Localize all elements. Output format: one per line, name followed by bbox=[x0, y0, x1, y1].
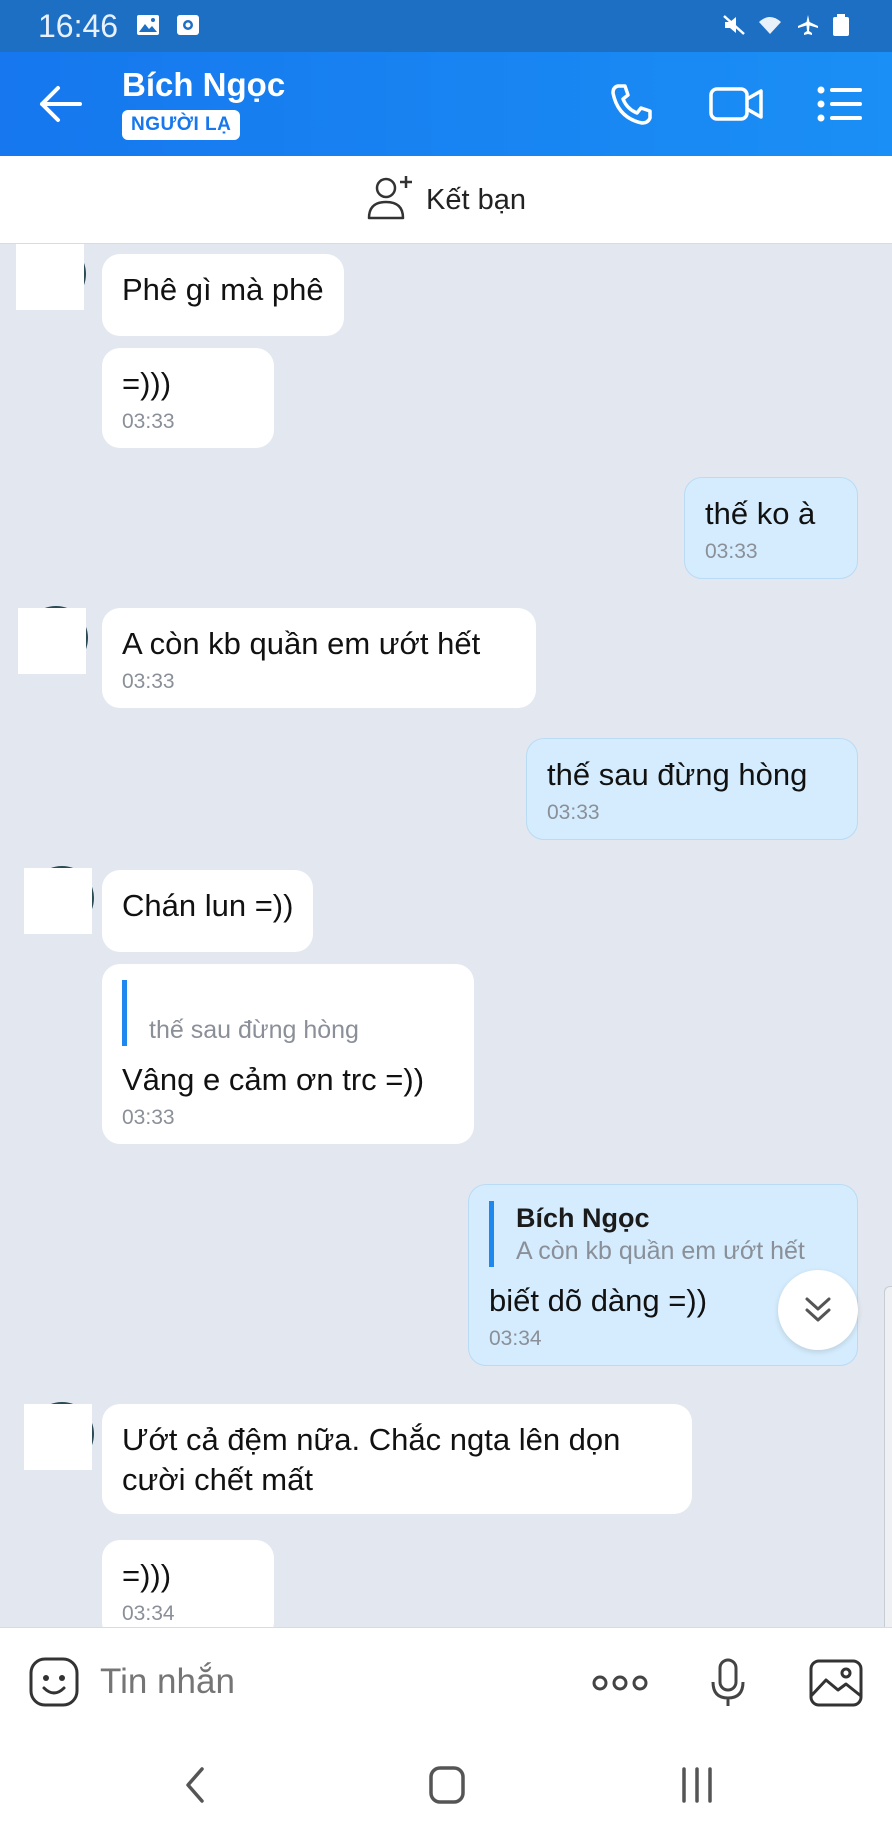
add-friend-bar[interactable]: Kết bạn bbox=[0, 156, 892, 244]
airplane-mode-icon bbox=[798, 15, 818, 35]
more-options-icon[interactable] bbox=[590, 1658, 650, 1708]
camera-notification-icon bbox=[177, 15, 199, 35]
message-text: Vâng e cảm ơn trc =)) bbox=[122, 1062, 425, 1097]
message-incoming[interactable]: Ướt cả đệm nữa. Chắc ngta lên dọn cười c… bbox=[102, 1404, 692, 1514]
message-incoming-reply[interactable]: thế sau đừng hòng Vâng e cảm ơn trc =)) … bbox=[102, 964, 474, 1144]
quote-text: A còn kb quần em ướt hết bbox=[516, 1237, 805, 1265]
message-time: 03:33 bbox=[547, 801, 600, 824]
mute-icon bbox=[723, 15, 745, 35]
message-text: A còn kb quần em ướt hết bbox=[122, 626, 481, 661]
quoted-message[interactable]: Bích Ngọc A còn kb quần em ướt hết bbox=[489, 1201, 837, 1267]
message-incoming[interactable]: =))) 03:33 bbox=[102, 348, 274, 448]
phone-call-icon[interactable] bbox=[608, 82, 656, 126]
message-input-bar bbox=[0, 1627, 892, 1735]
message-text: Phê gì mà phê bbox=[122, 272, 324, 307]
quote-text: thế sau đừng hòng bbox=[149, 1016, 359, 1044]
scrollbar[interactable] bbox=[884, 1286, 892, 1627]
quote-author: Bích Ngọc bbox=[516, 1203, 650, 1233]
message-incoming[interactable]: Chán lun =)) bbox=[102, 870, 314, 952]
message-incoming[interactable]: A còn kb quần em ướt hết 03:33 bbox=[102, 608, 536, 708]
status-time: 16:46 bbox=[38, 8, 119, 44]
message-text: =))) bbox=[122, 1558, 172, 1593]
gallery-notification-icon bbox=[137, 15, 159, 35]
status-bar: 16:46 bbox=[0, 0, 892, 52]
message-text: thế ko à bbox=[705, 496, 816, 531]
message-text: =))) bbox=[122, 366, 172, 401]
quoted-message[interactable]: thế sau đừng hòng bbox=[122, 980, 454, 1046]
message-time: 03:33 bbox=[122, 410, 175, 433]
back-arrow-icon[interactable] bbox=[36, 82, 84, 126]
message-input[interactable] bbox=[100, 1658, 540, 1706]
message-incoming[interactable]: Phê gì mà phê bbox=[102, 254, 344, 336]
avatar[interactable] bbox=[24, 1402, 96, 1474]
avatar[interactable] bbox=[24, 866, 96, 938]
double-chevron-down-icon bbox=[805, 1297, 831, 1322]
message-text-line: Ướt cả đệm nữa. Chắc ngta lên dọn bbox=[122, 1422, 621, 1457]
message-incoming[interactable]: =))) 03:34 bbox=[102, 1540, 274, 1627]
message-outgoing[interactable]: thế ko à 03:33 bbox=[684, 477, 858, 579]
avatar[interactable] bbox=[18, 606, 90, 678]
quote-author-redacted bbox=[149, 980, 454, 1014]
message-outgoing[interactable]: thế sau đừng hòng 03:33 bbox=[526, 738, 858, 840]
sticker-emoji-icon[interactable] bbox=[28, 1656, 80, 1708]
system-navigation-bar bbox=[0, 1735, 892, 1835]
chat-messages[interactable]: Phê gì mà phê =))) 03:33 thế ko à 03:33 … bbox=[0, 244, 892, 1627]
microphone-icon[interactable] bbox=[708, 1658, 748, 1708]
stranger-badge: NGƯỜI LẠ bbox=[122, 110, 241, 140]
nav-home-icon[interactable] bbox=[422, 1763, 472, 1807]
video-call-icon[interactable] bbox=[708, 82, 764, 126]
scroll-to-bottom-button[interactable] bbox=[778, 1270, 858, 1350]
battery-icon bbox=[833, 14, 849, 36]
add-friend-label: Kết bạn bbox=[426, 184, 526, 216]
message-text: Chán lun =)) bbox=[122, 888, 294, 923]
chat-header: Bích Ngọc NGƯỜI LẠ bbox=[0, 52, 892, 156]
wifi-icon bbox=[759, 17, 781, 34]
message-text-line: cười chết mất bbox=[122, 1462, 313, 1497]
add-friend-icon bbox=[367, 176, 412, 220]
message-text: thế sau đừng hòng bbox=[547, 757, 808, 792]
message-time: 03:33 bbox=[122, 670, 175, 693]
message-time: 03:33 bbox=[122, 1106, 175, 1129]
menu-list-icon[interactable] bbox=[816, 82, 864, 126]
nav-back-icon[interactable] bbox=[172, 1763, 222, 1807]
message-time: 03:34 bbox=[122, 1602, 175, 1625]
message-time: 03:33 bbox=[705, 540, 758, 563]
contact-name[interactable]: Bích Ngọc bbox=[122, 66, 285, 104]
image-gallery-icon[interactable] bbox=[808, 1658, 864, 1708]
avatar[interactable] bbox=[16, 244, 88, 314]
nav-recent-apps-icon[interactable] bbox=[672, 1763, 722, 1807]
